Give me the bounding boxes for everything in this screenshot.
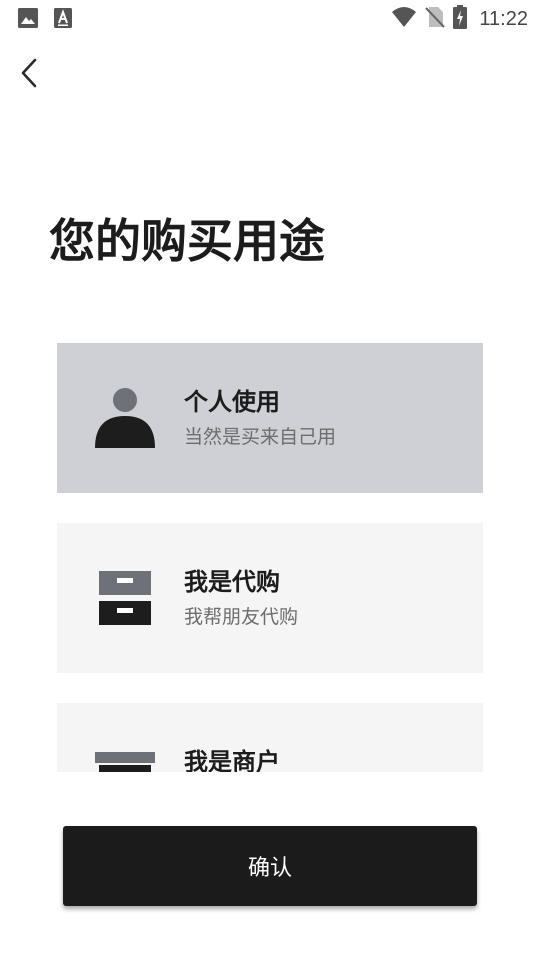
option-merchant[interactable]: 我是商户 [57, 703, 483, 772]
option-subtitle: 我帮朋友代购 [184, 606, 299, 628]
back-button[interactable] [12, 58, 46, 92]
battery-charging-icon [453, 5, 468, 33]
options-list[interactable]: 个人使用 当然是买来自己用 我是代购 我帮朋友代购 我是商户 [57, 343, 483, 772]
wifi-icon [391, 6, 417, 32]
confirm-button[interactable]: 确认 [63, 826, 477, 906]
status-bar: 11:22 [0, 0, 540, 36]
option-subtitle: 当然是买来自己用 [184, 426, 337, 448]
option-title: 我是代购 [184, 568, 280, 596]
gallery-icon [18, 8, 38, 32]
font-a-icon [54, 8, 72, 32]
option-title: 我是商户 [184, 748, 280, 772]
person-icon [93, 387, 157, 451]
no-sim-icon [425, 6, 446, 32]
page-title: 您的购买用途 [49, 214, 325, 268]
option-purchasing-agent[interactable]: 我是代购 我帮朋友代购 [57, 523, 483, 673]
option-title: 个人使用 [184, 388, 280, 416]
store-shelf-icon [93, 747, 157, 772]
chevron-left-icon [20, 58, 38, 92]
drawer-cabinet-icon [93, 567, 157, 631]
status-time: 11:22 [479, 8, 528, 30]
option-personal-use[interactable]: 个人使用 当然是买来自己用 [57, 343, 483, 493]
